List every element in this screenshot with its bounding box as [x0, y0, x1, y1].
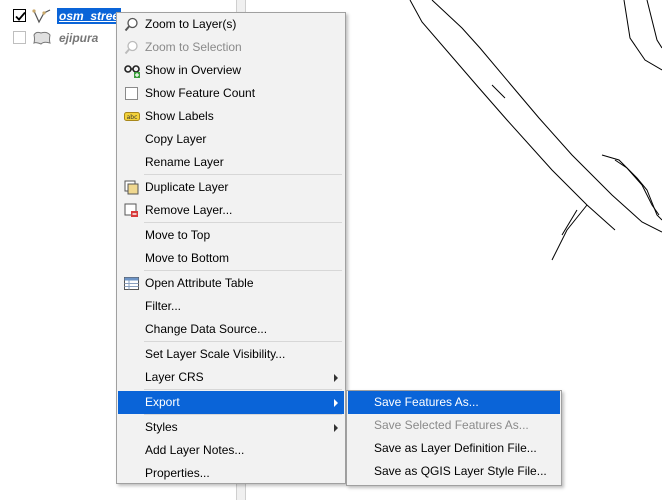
overview-glasses-icon: [124, 63, 140, 78]
layer-name[interactable]: ejipura: [59, 30, 98, 46]
duplicate-layer-icon: [124, 180, 139, 195]
menu-item-properties[interactable]: Properties...: [118, 462, 344, 485]
menu-item-set-layer-scale-visibility[interactable]: Set Layer Scale Visibility...: [118, 343, 344, 366]
line-layer-icon: [32, 8, 52, 24]
menu-item-zoom-to-selection[interactable]: Zoom to Selection: [118, 36, 344, 59]
menu-item-styles[interactable]: Styles: [118, 416, 344, 439]
menu-item-save-features-as[interactable]: Save Features As...: [348, 391, 560, 414]
labels-abc-icon: abc: [124, 109, 140, 124]
menu-item-copy-layer[interactable]: Copy Layer: [118, 128, 344, 151]
menu-separator: [144, 270, 342, 271]
menu-separator: [144, 174, 342, 175]
zoom-selection-icon: [124, 40, 139, 55]
submenu-arrow-icon: [334, 399, 338, 407]
layer-context-menu: Zoom to Layer(s) Zoom to Selection Show …: [116, 12, 346, 484]
menu-separator: [144, 389, 342, 390]
menu-item-zoom-to-layer[interactable]: Zoom to Layer(s): [118, 13, 344, 36]
menu-item-duplicate-layer[interactable]: Duplicate Layer: [118, 176, 344, 199]
menu-item-rename-layer[interactable]: Rename Layer: [118, 151, 344, 174]
menu-item-move-to-top[interactable]: Move to Top: [118, 224, 344, 247]
svg-text:abc: abc: [127, 114, 138, 121]
polygon-layer-icon: [32, 30, 52, 46]
layer-visibility-checkbox[interactable]: [13, 31, 26, 44]
menu-separator: [144, 414, 342, 415]
attribute-table-icon: [124, 276, 139, 291]
layer-visibility-checkbox[interactable]: [13, 9, 26, 22]
menu-separator: [144, 341, 342, 342]
layer-name[interactable]: osm_stree: [57, 8, 122, 24]
menu-item-move-to-bottom[interactable]: Move to Bottom: [118, 247, 344, 270]
menu-item-export[interactable]: Export: [118, 391, 344, 414]
remove-layer-icon: [124, 203, 139, 218]
menu-item-add-layer-notes[interactable]: Add Layer Notes...: [118, 439, 344, 462]
menu-item-show-labels[interactable]: abc Show Labels: [118, 105, 344, 128]
menu-item-save-selected-features-as[interactable]: Save Selected Features As...: [348, 414, 560, 437]
menu-separator: [144, 222, 342, 223]
export-submenu: Save Features As... Save Selected Featur…: [346, 390, 562, 486]
zoom-layer-icon: [124, 17, 139, 32]
submenu-arrow-icon: [334, 424, 338, 432]
menu-item-save-layer-definition-file[interactable]: Save as Layer Definition File...: [348, 437, 560, 460]
menu-item-remove-layer[interactable]: Remove Layer...: [118, 199, 344, 222]
submenu-arrow-icon: [334, 374, 338, 382]
menu-item-layer-crs[interactable]: Layer CRS: [118, 366, 344, 389]
menu-item-change-data-source[interactable]: Change Data Source...: [118, 318, 344, 341]
menu-item-filter[interactable]: Filter...: [118, 295, 344, 318]
menu-item-show-feature-count[interactable]: Show Feature Count: [118, 82, 344, 105]
menu-item-open-attribute-table[interactable]: Open Attribute Table: [118, 272, 344, 295]
menu-item-show-in-overview[interactable]: Show in Overview: [118, 59, 344, 82]
checkbox-icon[interactable]: [125, 87, 138, 100]
menu-item-save-qgis-layer-style-file[interactable]: Save as QGIS Layer Style File...: [348, 460, 560, 483]
